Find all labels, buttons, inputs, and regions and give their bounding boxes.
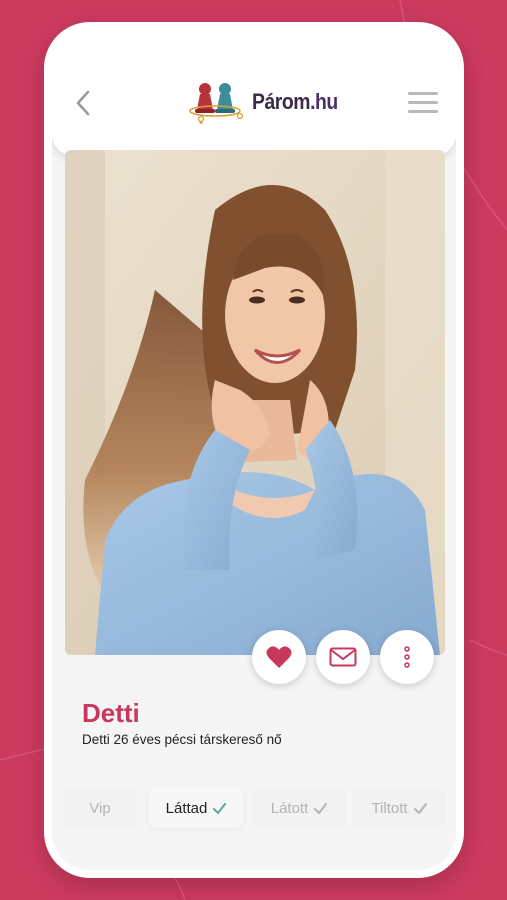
- status-tabs: Vip Láttad Látott Tiltott: [64, 788, 446, 830]
- profile-photo[interactable]: [65, 150, 445, 655]
- couple-pawns-icon: [189, 83, 244, 124]
- tab-label: Vip: [89, 799, 111, 817]
- phone-frame: Párom.hu Detti Detti 26 éves pécsi társk…: [44, 22, 464, 878]
- tab-lattad[interactable]: Láttad: [148, 788, 244, 828]
- tab-latott[interactable]: Látott: [252, 788, 346, 828]
- tab-label: Látott: [270, 799, 309, 817]
- profile-name: Detti: [82, 698, 140, 728]
- profile-description: Detti 26 éves pécsi társkereső nő: [82, 732, 282, 747]
- tab-tiltott[interactable]: Tiltott: [352, 788, 446, 828]
- menu-line-icon: [408, 101, 438, 104]
- menu-line-icon: [408, 92, 438, 95]
- check-icon: [413, 802, 427, 814]
- more-vertical-icon: [404, 646, 410, 668]
- message-button[interactable]: [316, 630, 370, 684]
- app-logo[interactable]: Párom.hu: [188, 80, 349, 124]
- hamburger-menu-button[interactable]: [408, 92, 438, 114]
- heart-icon: [266, 646, 292, 668]
- chevron-left-icon: [76, 90, 90, 116]
- check-icon: [314, 802, 328, 814]
- like-button[interactable]: [252, 630, 306, 684]
- tab-label: Láttad: [165, 799, 208, 817]
- profile-photo-image: [65, 150, 445, 655]
- app-screen: Párom.hu Detti Detti 26 éves pécsi társk…: [52, 30, 456, 870]
- tab-vip[interactable]: Vip: [64, 788, 136, 828]
- envelope-icon: [329, 647, 357, 667]
- logo-text: Párom.hu: [252, 89, 338, 114]
- check-icon: [213, 802, 227, 814]
- tab-label: Tiltott: [371, 799, 408, 817]
- back-button[interactable]: [70, 88, 96, 118]
- more-options-button[interactable]: [380, 630, 434, 684]
- menu-line-icon: [408, 110, 438, 113]
- app-header: Párom.hu: [52, 30, 456, 156]
